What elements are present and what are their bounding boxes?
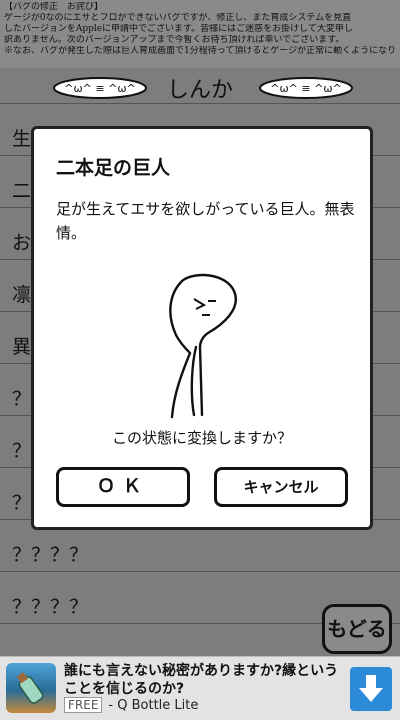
ad-app-name: - Q Bottle Lite: [108, 698, 199, 713]
free-badge: FREE: [64, 697, 103, 713]
two-legged-giant-icon: [169, 273, 237, 419]
svg-text:^ω^ ≡ ^ω^: ^ω^ ≡ ^ω^: [270, 82, 342, 95]
dialog-question: この状態に変換しますか？: [111, 429, 292, 447]
back-button[interactable]: もどる: [322, 604, 392, 654]
face-decoration-icon: ^ω^ ≡ ^ω^: [259, 77, 353, 99]
bottle-app-icon: [6, 663, 56, 713]
ad-headline[interactable]: 誰にも言えない秘密がありますか?縁ということを信じるのか?: [64, 662, 340, 698]
screen-header: ^ω^ ≡ ^ω^ しんか ^ω^ ≡ ^ω^: [0, 68, 400, 104]
ad-meta: FREE - Q Bottle Lite: [64, 697, 199, 713]
download-arrow-icon[interactable]: [350, 667, 392, 711]
notice-line: 【バグの修正 お詫び】: [4, 2, 104, 12]
dialog-title: 二本足の巨人: [56, 157, 171, 179]
ok-button[interactable]: ＯＫ: [56, 467, 190, 507]
notice-line: 訳ありません。次のバージョンアップまで今暫くお待ち頂ければ幸いでございます。: [4, 35, 345, 45]
cancel-button[interactable]: キャンセル: [214, 467, 348, 507]
bug-notice: 【バグの修正 お詫び】 ゲージが0なのにエサとフロができないバグですが、修正し、…: [0, 0, 400, 68]
ad-banner[interactable]: 誰にも言えない秘密がありますか?縁ということを信じるのか? FREE - Q Bo…: [0, 656, 400, 720]
notice-line: ゲージが0なのにエサとフロができないバグですが、修正し、また育成システムを見直: [4, 13, 352, 23]
notice-line: ※なお、バグが発生した際は巨人育成画面で1分程待って頂けるとゲージが正常に動くよ…: [4, 46, 396, 56]
dialog-description: 足が生えてエサを欲しがっている巨人。無表情。: [56, 200, 355, 242]
evolve-confirm-dialog: 二本足の巨人 足が生えてエサを欲しがっている巨人。無表情。 この状態に変換します…: [31, 126, 373, 530]
notice-line: したバージョンをAppleに申請中でございます。皆様にはご迷惑をお掛けして大変申…: [4, 24, 353, 34]
